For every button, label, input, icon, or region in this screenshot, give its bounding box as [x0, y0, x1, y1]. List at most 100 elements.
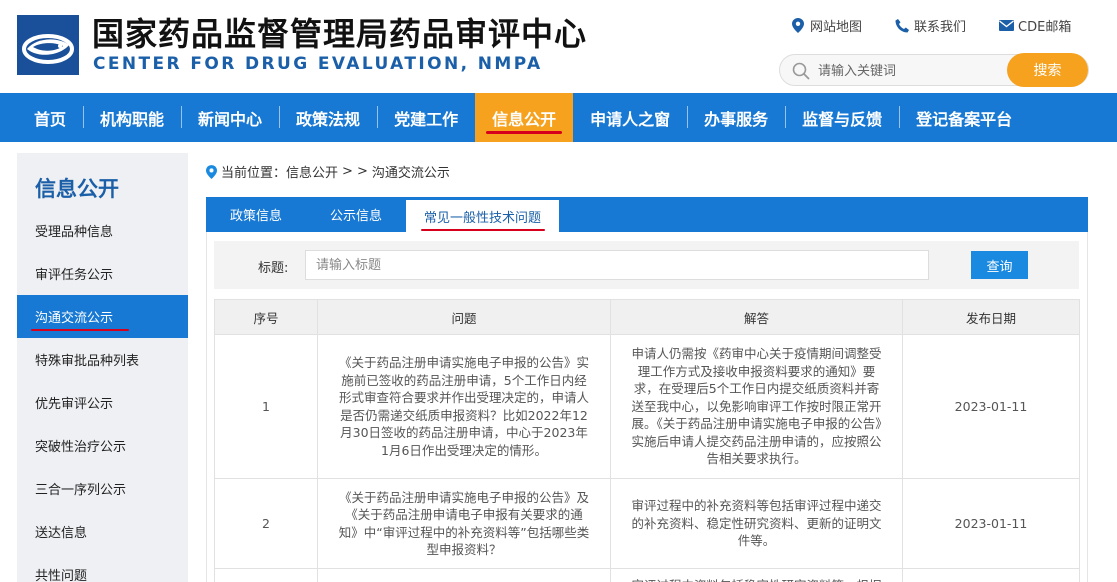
site-title-en: CENTER FOR DRUG EVALUATION, NMPA [93, 54, 543, 74]
row-question[interactable]: 《关于药品注册申请实施电子申报的公告》及《关于药品注册申请电子申报有关要求的通知… [317, 478, 611, 569]
nav-item-label: 申请人之窗 [590, 109, 671, 129]
content-tabs: 政策信息 公示信息 常见一般性技术问题 [206, 197, 1088, 232]
breadcrumb-item[interactable]: 信息公开 [286, 162, 338, 181]
tab-2[interactable]: 常见一般性技术问题 [406, 200, 560, 232]
row-question[interactable] [317, 568, 611, 582]
sidebar-list: 受理品种信息 审评任务公示 沟通交流公示特殊审批品种列表 优先审评公示 突破性治疗公示三… [17, 209, 188, 582]
table-row: 2 《关于药品注册申请实施电子申报的公告》及《关于药品注册申请电子申报有关要求的… [214, 478, 1080, 569]
row-number: 1 [214, 334, 318, 479]
sidebar-item-3[interactable]: 特殊审批品种列表 [17, 338, 188, 381]
nav-item-0[interactable]: 首页 [17, 93, 83, 142]
sidebar-title: 信息公开 [35, 177, 119, 201]
phone-icon [894, 18, 910, 34]
nav-item-1[interactable]: 机构职能 [83, 93, 181, 142]
nav-item-5[interactable]: 信息公开 [475, 93, 574, 142]
active-sidebar-underline [31, 329, 129, 331]
row-date: 2023-01-11 [902, 478, 1080, 569]
active-nav-underline [486, 131, 563, 134]
table-row: 审评过程中资料包括稳定性研究资料等，根据 [214, 568, 1080, 582]
nav-item-label: 机构职能 [100, 109, 165, 129]
breadcrumb-current[interactable]: 沟通交流公示 [372, 162, 450, 181]
tab-0[interactable]: 政策信息 [206, 197, 306, 232]
mail-label: CDE邮箱 [1018, 20, 1072, 35]
col-header-answer: 解答 [610, 299, 903, 335]
filter-bar: 标题: 查询 [214, 241, 1079, 289]
nav-item-label: 监督与反馈 [802, 109, 883, 129]
nav-item-6[interactable]: 申请人之窗 [573, 93, 687, 142]
sidebar-item-label: 沟通交流公示 [35, 311, 114, 326]
title-filter-label: 标题: [258, 261, 289, 276]
sidebar-item-label: 优先审评公示 [35, 397, 114, 412]
row-number: 2 [214, 478, 318, 569]
nav-item-label: 首页 [34, 109, 67, 129]
search-button[interactable]: 搜索 [1007, 53, 1088, 87]
breadcrumb: 当前位置： 信息公开 > > 沟通交流公示 [206, 162, 454, 181]
location-pin-icon [206, 164, 217, 179]
nav-item-8[interactable]: 监督与反馈 [785, 93, 899, 142]
sidebar-item-2[interactable]: 沟通交流公示 [17, 295, 188, 338]
col-header-date: 发布日期 [902, 299, 1080, 335]
main-nav: 首页 机构职能 新闻中心 政策法规 党建工作 信息公开 申请人之窗 办事服务 监督与反馈 登记备案… [0, 93, 1117, 142]
row-answer: 申请人仍需按《药审中心关于疫情期间调整受理工作方式及接收申报资料要求的通知》要求… [610, 334, 903, 479]
col-header-question: 问题 [317, 299, 611, 335]
query-button[interactable]: 查询 [971, 251, 1028, 279]
breadcrumb-separator: > [342, 164, 353, 179]
breadcrumb-separator: > [356, 164, 368, 179]
sidebar-item-5[interactable]: 突破性治疗公示 [17, 424, 188, 467]
top-links: 网站地图 联系我们 CDE邮箱 [790, 16, 1071, 35]
map-pin-icon [790, 18, 806, 34]
site-header: 国家药品监督管理局药品审评中心 CENTER FOR DRUG EVALUATI… [0, 0, 1117, 93]
nav-item-label: 信息公开 [492, 109, 557, 129]
site-title-cn: 国家药品监督管理局药品审评中心 [92, 15, 588, 53]
sidebar-item-8[interactable]: 共性问题 [17, 553, 188, 582]
row-answer: 审评过程中资料包括稳定性研究资料等，根据 [610, 568, 903, 582]
sidebar-item-label: 共性问题 [35, 569, 88, 582]
faq-table: 序号 问题 解答 发布日期 1 《关于药品注册申请实施电子申报的公告》实施前已签… [214, 299, 1080, 582]
sitemap-label: 网站地图 [810, 20, 863, 35]
nav-item-label: 政策法规 [296, 109, 361, 129]
nav-item-9[interactable]: 登记备案平台 [899, 93, 1029, 142]
tab-1[interactable]: 公示信息 [306, 197, 406, 232]
sidebar-item-1[interactable]: 审评任务公示 [17, 252, 188, 295]
search-input[interactable] [818, 60, 1008, 82]
sidebar-item-0[interactable]: 受理品种信息 [17, 209, 188, 252]
cde-logo[interactable] [17, 15, 79, 75]
sitemap-link[interactable]: 网站地图 [790, 16, 862, 35]
sidebar-item-6[interactable]: 三合一序列公示 [17, 467, 188, 510]
row-date: 2023-01-11 [902, 334, 1080, 479]
breadcrumb-prefix: 当前位置： [221, 166, 287, 181]
nav-item-label: 新闻中心 [198, 109, 263, 129]
sidebar-item-label: 突破性治疗公示 [35, 440, 127, 455]
tab-label: 常见一般性技术问题 [424, 210, 542, 226]
sidebar-item-label: 审评任务公示 [35, 268, 114, 283]
sidebar-item-7[interactable]: 送达信息 [17, 510, 188, 553]
tab-label: 政策信息 [230, 209, 283, 224]
row-date [902, 568, 1080, 582]
sidebar: 信息公开 受理品种信息 审评任务公示 沟通交流公示特殊审批品种列表 优先审评公示 突破性… [17, 153, 188, 582]
mail-icon [998, 18, 1014, 34]
search-icon [792, 62, 810, 84]
nav-item-4[interactable]: 党建工作 [377, 93, 475, 142]
nav-item-label: 登记备案平台 [916, 109, 1013, 129]
table-row: 1 《关于药品注册申请实施电子申报的公告》实施前已签收的药品注册申请，5个工作日… [214, 334, 1080, 479]
table-header-row: 序号 问题 解答 发布日期 [214, 299, 1080, 335]
nav-item-3[interactable]: 政策法规 [279, 93, 377, 142]
active-tab-underline [421, 229, 546, 231]
nav-item-2[interactable]: 新闻中心 [181, 93, 279, 142]
contact-link[interactable]: 联系我们 [894, 16, 966, 35]
tab-label: 公示信息 [330, 209, 383, 224]
nav-item-label: 办事服务 [704, 109, 769, 129]
title-filter-input[interactable] [305, 250, 929, 280]
sidebar-item-label: 送达信息 [35, 526, 88, 541]
cde-mail-link[interactable]: CDE邮箱 [998, 16, 1071, 35]
row-question[interactable]: 《关于药品注册申请实施电子申报的公告》实施前已签收的药品注册申请，5个工作日内经… [317, 334, 611, 479]
row-number [214, 568, 318, 582]
row-answer: 审评过程中的补充资料等包括审评过程中递交的补充资料、稳定性研究资料、更新的证明文… [610, 478, 903, 569]
col-header-number: 序号 [214, 299, 318, 335]
nav-item-7[interactable]: 办事服务 [687, 93, 785, 142]
sidebar-item-4[interactable]: 优先审评公示 [17, 381, 188, 424]
sidebar-item-label: 受理品种信息 [35, 225, 114, 240]
sidebar-item-label: 特殊审批品种列表 [35, 354, 140, 369]
sidebar-item-label: 三合一序列公示 [35, 483, 127, 498]
contact-label: 联系我们 [914, 20, 967, 35]
